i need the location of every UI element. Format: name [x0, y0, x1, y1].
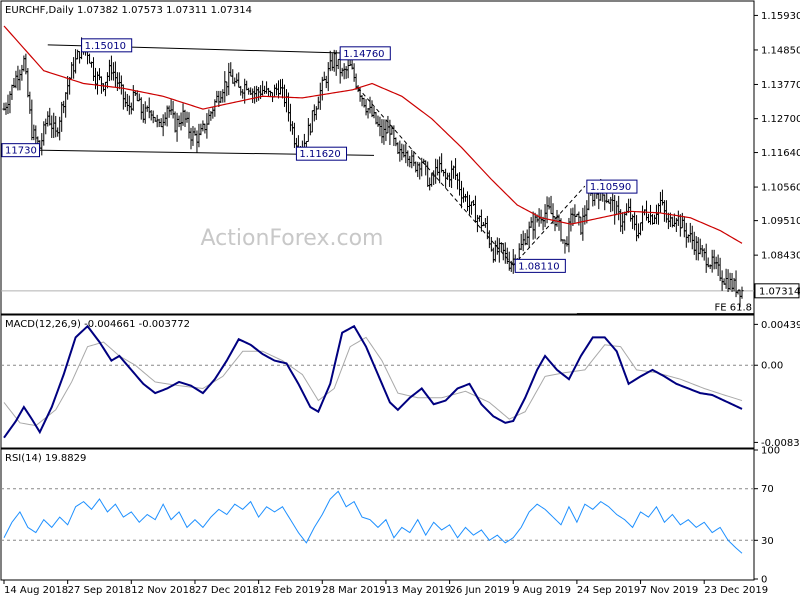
price-tick-label: 1.11640: [761, 148, 800, 159]
annotation-label: 11730: [5, 146, 37, 157]
price-tick-label: 1.09510: [761, 216, 800, 227]
x-tick-label: 9 Aug 2019: [513, 585, 571, 596]
macd-label: MACD(12,26,9) -0.004661 -0.003772: [5, 319, 190, 330]
chart-svg: ActionForex.com 1.15010 1.14760 11730 1.116…: [0, 0, 800, 600]
annotation-label: 1.15010: [85, 41, 126, 52]
price-annotation: 1.14760: [339, 46, 391, 61]
x-tick-label: 26 Jun 2019: [450, 585, 510, 596]
rsi-tick-label: 100: [761, 446, 780, 457]
price-tick-label: 1.14850: [761, 45, 800, 56]
rsi-tick-label: 30: [761, 536, 774, 547]
x-tick-label: 13 May 2019: [386, 585, 451, 596]
price-annotation: 1.10590: [586, 179, 638, 194]
chart-header: EURCHF,Daily 1.07382 1.07573 1.07311 1.0…: [5, 5, 252, 16]
price-tick-label: 1.12700: [761, 114, 800, 125]
rsi-tick-label: 0: [761, 575, 767, 586]
x-tick-label: 27 Sep 2018: [68, 585, 131, 596]
x-tick-label: 28 Mar 2019: [322, 585, 385, 596]
x-tick-label: 27 Dec 2018: [195, 585, 259, 596]
x-tick-label: 14 Aug 2018: [4, 585, 68, 596]
annotation-label: 1.08110: [518, 261, 559, 272]
x-tick-label: 12 Feb 2019: [259, 585, 321, 596]
price-tick-label: 1.10560: [761, 183, 800, 194]
x-tick-label: 24 Sep 2019: [577, 585, 640, 596]
x-tick-label: 23 Dec 2019: [704, 585, 768, 596]
annotation-label: 1.14760: [343, 49, 384, 60]
macd-tick-label: 0.00: [761, 361, 783, 372]
macd-tick-label: 0.004398: [761, 320, 800, 331]
rsi-label: RSI(14) 19.8829: [5, 453, 86, 464]
annotation-label: 1.11620: [299, 149, 340, 160]
price-tick-label: 1.08430: [761, 251, 800, 262]
fe-label: FE 61.8: [714, 303, 752, 314]
price-tick-label: 1.15930: [761, 11, 800, 22]
annotation-label: 1.10590: [590, 182, 631, 193]
price-annotation: 1.11620: [295, 146, 348, 161]
price-annotation: 11730: [1, 143, 40, 158]
x-tick-label: 7 Nov 2019: [641, 585, 699, 596]
x-tick-label: 12 Nov 2018: [131, 585, 195, 596]
watermark: ActionForex.com: [201, 226, 384, 251]
price-annotation: 1.15010: [81, 38, 133, 53]
price-annotation: 1.08110: [514, 258, 566, 273]
chart-container: ActionForex.com 1.15010 1.14760 11730 1.116…: [0, 0, 800, 600]
last-price-label: 1.07314: [759, 286, 800, 297]
price-tick-label: 1.13770: [761, 80, 800, 91]
rsi-tick-label: 70: [761, 484, 774, 495]
